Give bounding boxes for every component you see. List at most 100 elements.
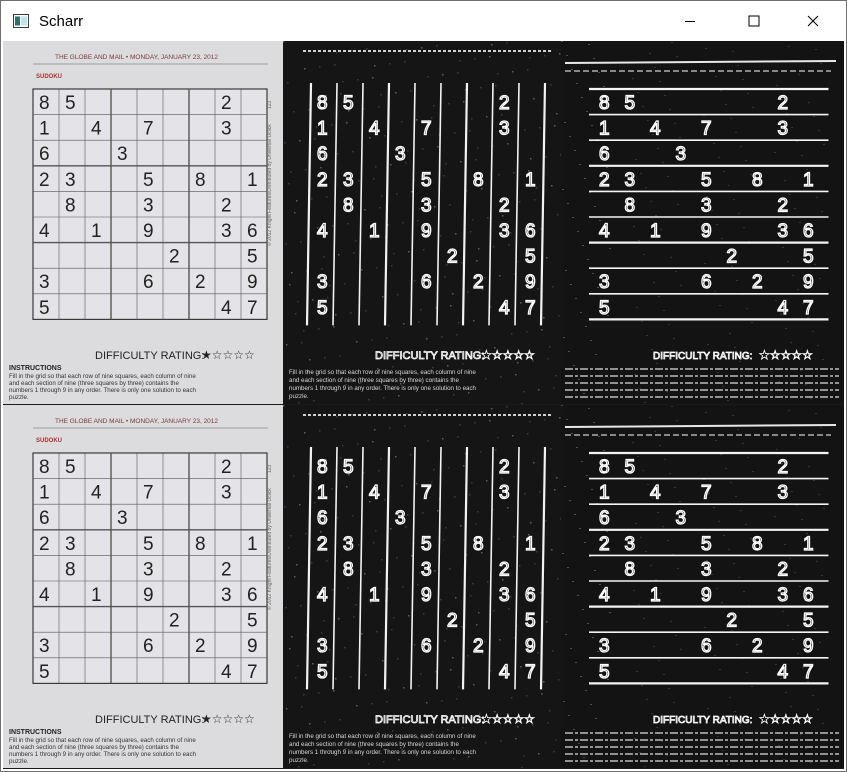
noise-speck (586, 111, 588, 112)
noise-speck (722, 750, 724, 751)
noise-speck (513, 536, 515, 538)
sudoku-digit: 3 (221, 483, 232, 504)
difficulty-stars: ★☆☆☆☆ (201, 348, 255, 362)
noise-speck (670, 621, 672, 622)
noise-speck (649, 53, 651, 54)
noise-speck (508, 608, 510, 610)
noise-speck (333, 326, 335, 328)
noise-speck (643, 254, 645, 255)
noise-speck (774, 152, 776, 153)
noise-speck (587, 623, 589, 624)
noise-speck (650, 201, 652, 202)
maximize-button[interactable] (731, 1, 777, 41)
noise-speck (728, 185, 730, 186)
noise-speck (308, 109, 310, 111)
title-bar[interactable]: Scharr (1, 1, 846, 41)
noise-speck (634, 738, 636, 739)
noise-speck (489, 56, 491, 58)
noise-speck (791, 491, 793, 492)
noise-speck (298, 766, 300, 768)
noise-speck (651, 713, 653, 714)
minimize-button[interactable] (667, 1, 713, 41)
noise-speck (453, 394, 455, 396)
noise-speck (547, 358, 549, 360)
sudoku-digit-edge: 8 (473, 534, 484, 555)
sudoku-digit: 8 (39, 457, 50, 478)
sudoku-digit-edge: 2 (778, 195, 789, 216)
noise-speck (329, 649, 331, 651)
difficulty-stars-edge: ★☆☆☆☆ (759, 348, 813, 362)
noise-speck (468, 392, 470, 394)
noise-speck (787, 261, 789, 262)
noise-speck (540, 592, 542, 594)
noise-speck (537, 652, 539, 654)
noise-speck (785, 328, 787, 329)
instructions-line-edge: numbers 1 through 9 in any order. There … (289, 385, 477, 392)
noise-speck (299, 504, 301, 506)
sudoku-digit: 4 (91, 483, 102, 504)
noise-speck (820, 63, 822, 64)
noise-speck (390, 528, 392, 530)
sudoku-digit-edge: 7 (701, 483, 712, 504)
noise-speck (551, 185, 553, 187)
noise-speck (453, 758, 455, 760)
noise-speck (300, 241, 302, 243)
noise-speck (303, 330, 305, 332)
noise-speck (550, 448, 552, 450)
sudoku-digit-edge: 3 (395, 508, 406, 529)
noise-speck (456, 334, 458, 336)
noise-speck (598, 72, 600, 73)
noise-speck (819, 642, 821, 643)
noise-speck (547, 722, 549, 724)
instructions-line-edge: Fill in the grid so that each row of nin… (289, 733, 476, 740)
noise-speck (539, 127, 541, 129)
noise-speck (291, 272, 293, 274)
scharr-y-image-panel: 8 5 2 1 4 7 3 6 3 2 3 5 8 1 8 3 2 4 1 9 3 6 2 5 3 6 2 9 5 4 7 DIFFICULT… (561, 405, 844, 768)
noise-speck (563, 337, 565, 338)
noise-speck (396, 557, 398, 559)
noise-speck (577, 595, 579, 596)
noise-speck (791, 127, 793, 128)
noise-speck (594, 206, 596, 207)
noise-speck (576, 83, 578, 84)
close-button[interactable] (790, 1, 836, 41)
noise-speck (312, 299, 314, 301)
noise-speck (677, 568, 679, 569)
sudoku-digit-edge: 1 (650, 221, 661, 242)
credit-text: © 2012 Knight Features/Distributed by Un… (266, 488, 273, 610)
noise-speck (398, 395, 400, 397)
noise-speck (323, 620, 325, 622)
noise-speck (639, 752, 641, 753)
noise-speck (740, 146, 742, 147)
difficulty-stars-edge: ★☆☆☆☆ (759, 712, 813, 726)
noise-speck (344, 283, 346, 285)
noise-speck (725, 468, 727, 469)
noise-speck (463, 101, 465, 103)
noise-speck (778, 745, 780, 746)
sudoku-digit-edge: 6 (701, 636, 712, 657)
noise-speck (646, 335, 648, 336)
noise-speck (491, 44, 493, 46)
noise-speck (782, 611, 784, 612)
noise-speck (667, 176, 669, 177)
noise-speck (346, 122, 348, 124)
noise-speck (675, 635, 677, 636)
noise-speck (645, 187, 647, 188)
noise-speck (796, 505, 798, 506)
noise-speck (641, 321, 643, 322)
sudoku-digit-edge: 2 (473, 272, 484, 293)
noise-speck (552, 650, 554, 652)
sudoku-digit-edge: 1 (803, 534, 814, 555)
noise-speck (704, 263, 706, 264)
noise-speck (352, 515, 354, 517)
sudoku-digit: 2 (39, 170, 50, 191)
difficulty-label-edge: DIFFICULTY RATING: (375, 714, 484, 726)
sudoku-digit-edge: 6 (317, 508, 328, 529)
sudoku-digit-edge: 3 (599, 636, 610, 657)
noise-speck (455, 597, 457, 599)
noise-speck (442, 438, 444, 440)
noise-speck (437, 510, 439, 512)
noise-speck (735, 496, 737, 497)
sudoku-digit-edge: 7 (525, 662, 536, 683)
noise-speck (472, 219, 474, 221)
